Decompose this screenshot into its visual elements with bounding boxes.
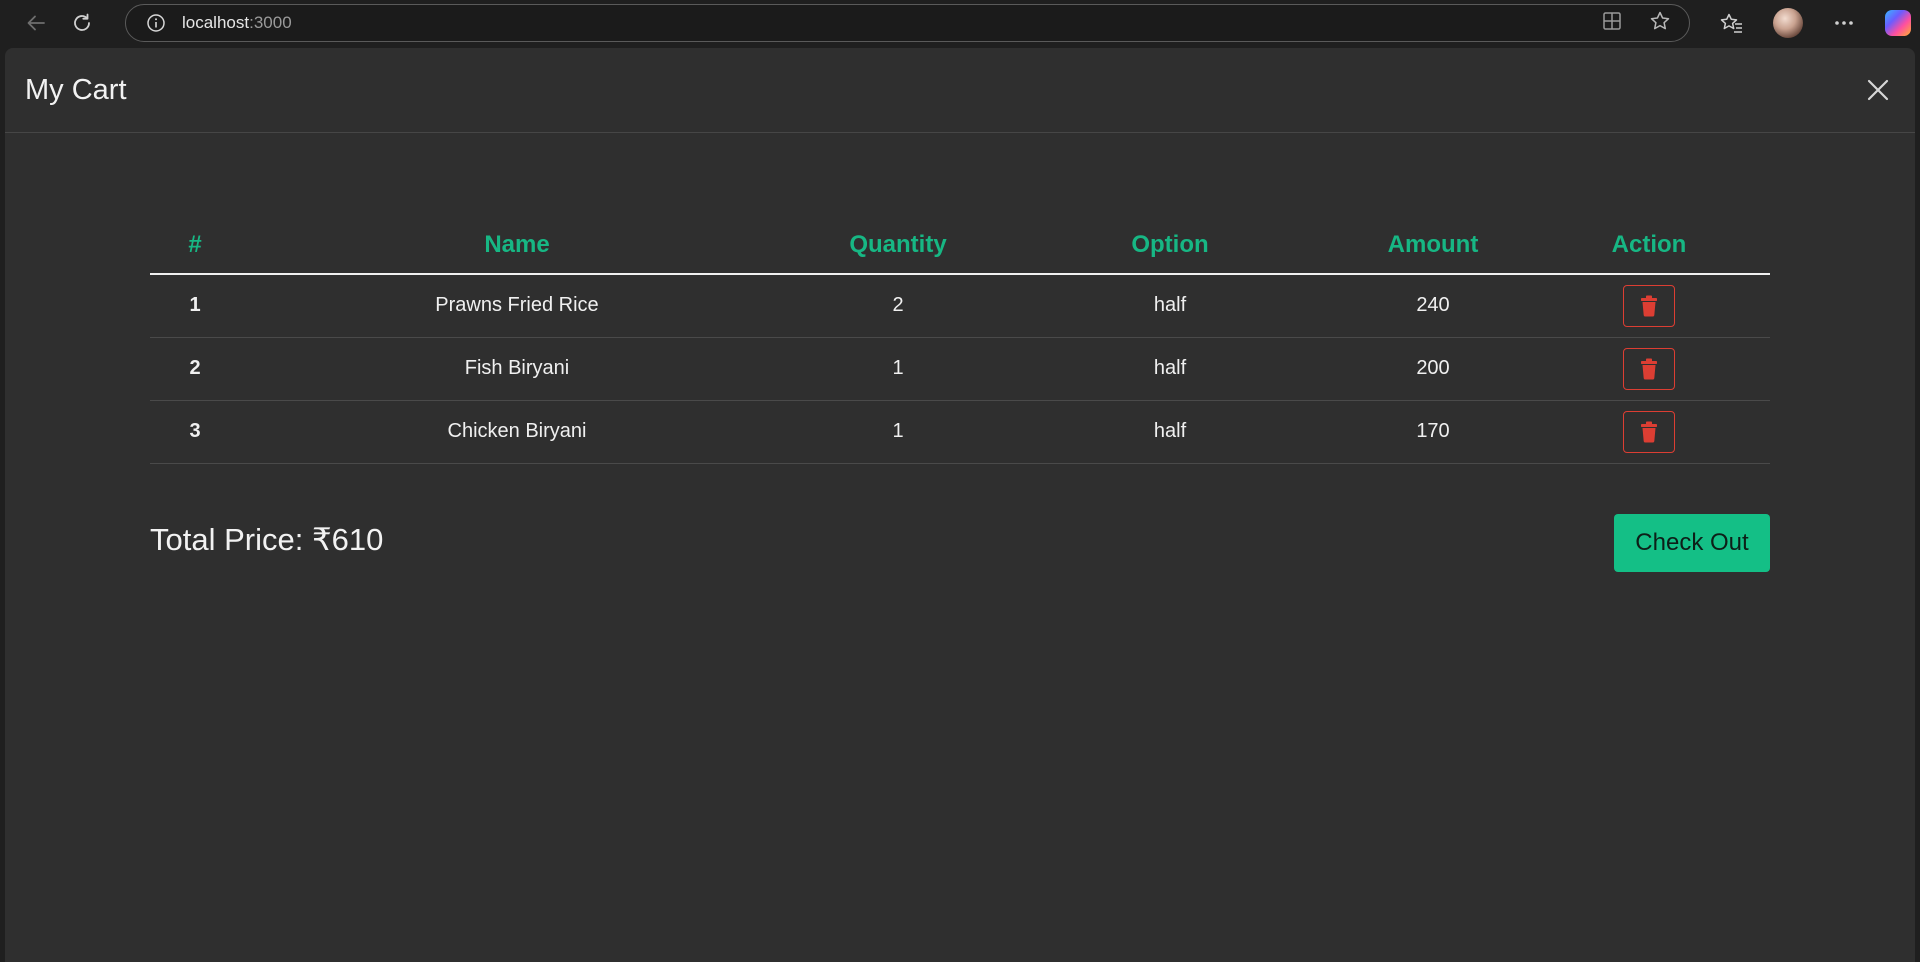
total-price: Total Price: ₹610 [150, 521, 384, 557]
row-index: 1 [150, 274, 240, 338]
url-port: :3000 [249, 13, 292, 32]
header-option: Option [1002, 216, 1338, 275]
header-action: Action [1528, 216, 1770, 275]
checkout-button[interactable]: Check Out [1614, 513, 1770, 572]
table-row: 3 Chicken Biryani 1 half 170 [150, 400, 1770, 464]
row-action [1528, 274, 1770, 338]
row-name: Chicken Biryani [240, 400, 794, 464]
row-quantity: 1 [794, 337, 1002, 401]
info-icon[interactable] [146, 13, 166, 33]
browser-toolbar: localhost:3000 [0, 0, 1920, 45]
trash-icon [1641, 421, 1657, 443]
cart-modal: My Cart # Name Quantity Option Amount Ac… [5, 48, 1915, 962]
table-header-row: # Name Quantity Option Amount Action [150, 216, 1770, 275]
row-action [1528, 337, 1770, 401]
favorites-icon[interactable] [1712, 3, 1752, 43]
row-quantity: 1 [794, 400, 1002, 464]
row-name: Prawns Fried Rice [240, 274, 794, 338]
cart-table: # Name Quantity Option Amount Action 1 P… [150, 216, 1770, 464]
header-index: # [150, 216, 240, 275]
row-index: 3 [150, 400, 240, 464]
trash-icon [1641, 358, 1657, 380]
table-row: 1 Prawns Fried Rice 2 half 240 [150, 274, 1770, 338]
header-quantity: Quantity [794, 216, 1002, 275]
app-available-icon[interactable] [1601, 10, 1623, 37]
row-option: half [1002, 400, 1338, 464]
cart-content: # Name Quantity Option Amount Action 1 P… [150, 216, 1770, 572]
favorite-star-icon[interactable] [1649, 10, 1671, 37]
modal-header: My Cart [5, 48, 1915, 133]
row-amount: 200 [1338, 337, 1528, 401]
reload-icon[interactable] [60, 3, 104, 43]
delete-button[interactable] [1623, 284, 1675, 327]
row-action [1528, 400, 1770, 464]
url-host: localhost [182, 13, 250, 32]
avatar [1773, 7, 1803, 38]
copilot-icon[interactable] [1878, 3, 1918, 43]
close-icon[interactable] [1861, 73, 1895, 107]
row-amount: 240 [1338, 274, 1528, 338]
header-amount: Amount [1338, 216, 1528, 275]
trash-icon [1641, 295, 1657, 317]
row-name: Fish Biryani [240, 337, 794, 401]
header-name: Name [240, 216, 794, 275]
delete-button[interactable] [1623, 410, 1675, 453]
toolbar-right [1712, 0, 1920, 45]
copilot-logo [1885, 9, 1911, 36]
table-row: 2 Fish Biryani 1 half 200 [150, 337, 1770, 401]
profile-avatar[interactable] [1768, 3, 1808, 43]
row-index: 2 [150, 337, 240, 401]
address-bar[interactable]: localhost:3000 [125, 4, 1690, 42]
back-icon[interactable] [14, 3, 58, 43]
row-amount: 170 [1338, 400, 1528, 464]
modal-title: My Cart [25, 73, 127, 106]
row-option: half [1002, 337, 1338, 401]
row-option: half [1002, 274, 1338, 338]
row-quantity: 2 [794, 274, 1002, 338]
more-menu-icon[interactable] [1824, 3, 1864, 43]
cart-footer: Total Price: ₹610 Check Out [150, 513, 1770, 572]
delete-button[interactable] [1623, 347, 1675, 390]
